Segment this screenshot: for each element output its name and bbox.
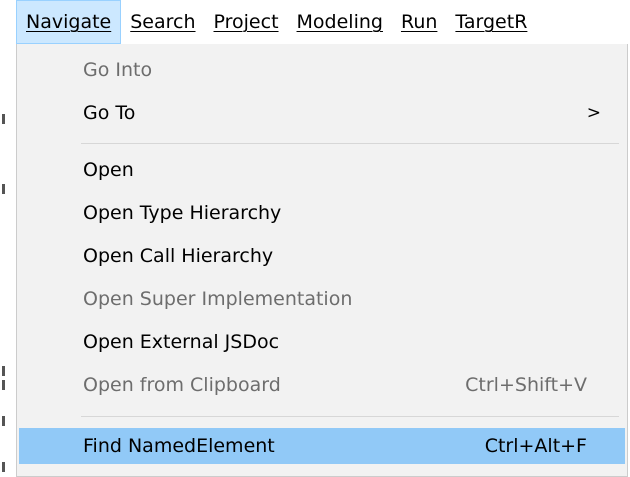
menu-item-find-named-element-label: Find NamedElement bbox=[83, 435, 275, 457]
menu-item-find-named-element[interactable]: Find NamedElement Ctrl+Alt+F bbox=[19, 428, 625, 464]
background-glyph bbox=[2, 366, 5, 376]
menu-bar: Navigate Search Project Modeling Run Tar… bbox=[0, 0, 630, 44]
menu-item-open-label: Open bbox=[83, 159, 134, 181]
background-glyph bbox=[2, 380, 5, 390]
menu-item-find-named-element-shortcut: Ctrl+Alt+F bbox=[484, 435, 587, 457]
background-glyph bbox=[2, 462, 5, 472]
menu-separator bbox=[81, 416, 619, 417]
menu-item-go-into[interactable]: Go Into bbox=[19, 52, 625, 89]
background-glyph bbox=[2, 416, 5, 426]
menu-item-open[interactable]: Open bbox=[19, 152, 625, 189]
menu-item-go-into-label: Go Into bbox=[83, 59, 153, 81]
menu-item-open-external-jsdoc-label: Open External JSDoc bbox=[83, 331, 280, 353]
background-glyph bbox=[2, 184, 5, 194]
menu-item-open-from-clipboard[interactable]: Open from Clipboard Ctrl+Shift+V bbox=[19, 367, 625, 404]
menu-item-open-from-clipboard-shortcut: Ctrl+Shift+V bbox=[465, 374, 587, 396]
menu-run-label: Run bbox=[400, 11, 438, 33]
eclipse-window: Navigate Search Project Modeling Run Tar… bbox=[0, 0, 630, 477]
menu-item-go-to[interactable]: Go To > bbox=[19, 95, 625, 132]
menu-search[interactable]: Search bbox=[121, 0, 204, 44]
menu-modeling-label: Modeling bbox=[296, 11, 383, 33]
menu-navigate[interactable]: Navigate bbox=[16, 0, 122, 44]
menu-separator bbox=[81, 143, 619, 144]
menu-modeling[interactable]: Modeling bbox=[288, 0, 392, 44]
menu-project-label: Project bbox=[213, 11, 279, 33]
menu-targetr[interactable]: TargetR bbox=[446, 0, 536, 44]
navigate-dropdown-menu: Go Into Go To > Open Open Type Hierarchy… bbox=[16, 44, 628, 477]
menu-search-label: Search bbox=[130, 11, 196, 33]
menu-item-open-super-implementation[interactable]: Open Super Implementation bbox=[19, 281, 625, 318]
menu-item-open-from-clipboard-label: Open from Clipboard bbox=[83, 374, 281, 396]
menu-project[interactable]: Project bbox=[205, 0, 288, 44]
menu-item-go-to-label: Go To bbox=[83, 102, 136, 124]
menu-targetr-label: TargetR bbox=[455, 11, 528, 33]
background-editor-edge bbox=[0, 44, 16, 477]
menu-item-open-call-hierarchy-label: Open Call Hierarchy bbox=[83, 245, 274, 267]
menu-item-open-external-jsdoc[interactable]: Open External JSDoc bbox=[19, 324, 625, 361]
menu-navigate-label: Navigate bbox=[26, 11, 112, 33]
menu-item-open-super-implementation-label: Open Super Implementation bbox=[83, 288, 353, 310]
menu-item-open-type-hierarchy[interactable]: Open Type Hierarchy bbox=[19, 195, 625, 232]
background-glyph bbox=[2, 114, 5, 124]
menu-run[interactable]: Run bbox=[392, 0, 446, 44]
menu-item-open-call-hierarchy[interactable]: Open Call Hierarchy bbox=[19, 238, 625, 275]
chevron-right-icon: > bbox=[586, 103, 601, 123]
menu-item-open-type-hierarchy-label: Open Type Hierarchy bbox=[83, 202, 282, 224]
